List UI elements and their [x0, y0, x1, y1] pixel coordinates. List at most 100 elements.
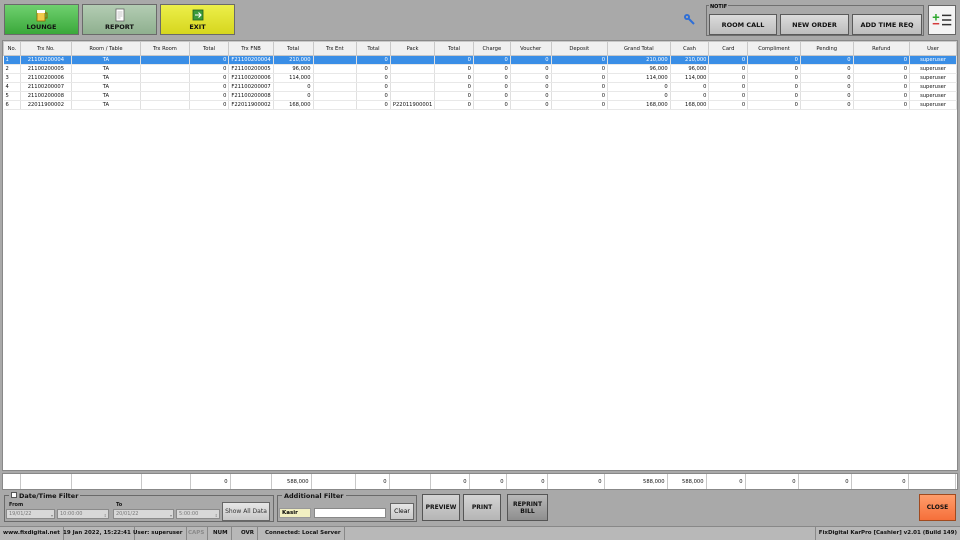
clear-button[interactable]: Clear [390, 503, 414, 520]
kasir-input[interactable] [314, 508, 386, 518]
print-button[interactable]: PRINT [463, 494, 501, 521]
column-header[interactable]: Trx No. [19, 41, 72, 56]
table-cell: 0 [708, 55, 749, 65]
total-cell: 588,000 [271, 474, 312, 489]
from-time-spinner-icon[interactable]: ⇕ [104, 511, 107, 520]
table-cell: superuser [909, 64, 957, 74]
table-cell: 0 [356, 100, 391, 110]
table-cell: 0 [434, 73, 474, 83]
table-cell [140, 100, 190, 110]
table-row[interactable]: 4 21100200007 TA 0 F21100200007 0 0 0 0 0 0 0 0 0 0 0 0 s… [3, 82, 957, 92]
table-cell: 0 [607, 91, 671, 101]
transaction-grid[interactable]: No. Trx No. Room / Table Trx Room Total Trx F… [2, 40, 958, 471]
column-header[interactable]: Refund [852, 41, 911, 56]
table-cell: 0 [189, 91, 230, 101]
table-row[interactable]: 3 21100200006 TA 0 F21100200006 114,000 0 0 0 0 0 1… [3, 73, 957, 83]
table-cell: 0 [708, 64, 749, 74]
show-all-data-button[interactable]: Show All Data [222, 502, 270, 521]
exit-button[interactable]: EXIT [160, 4, 235, 35]
column-header[interactable]: Total [272, 41, 314, 56]
table-row[interactable]: 6 22011900002 TA 0 F22011900002 168,000 0 P2201… [3, 100, 957, 110]
column-header[interactable]: Compliment [747, 41, 801, 56]
table-cell: 0 [800, 100, 854, 110]
table-row[interactable]: 5 21100200008 TA 0 F21100200008 0 0 0 0 0 0 0 0 0 0 0 0 s… [3, 91, 957, 101]
report-label: REPORT [105, 23, 134, 31]
column-header[interactable]: Total [434, 41, 474, 56]
table-cell [313, 64, 358, 74]
table-row[interactable]: 1 21100200004 TA 0 F21100200004 210,000 0 0 0 0 0 2… [3, 55, 957, 65]
table-cell: 0 [189, 64, 230, 74]
table-cell: 0 [853, 73, 911, 83]
column-header[interactable]: No. [3, 41, 21, 56]
add-time-req-button[interactable]: ADD TIME REQ [852, 14, 922, 35]
table-cell: F21100200004 [228, 55, 274, 65]
table-cell: 0 [189, 82, 230, 92]
table-cell: 0 [551, 100, 609, 110]
to-date-dropdown-icon[interactable]: ▾ [170, 511, 172, 520]
column-header[interactable]: Charge [472, 41, 511, 56]
new-order-button[interactable]: NEW ORDER [780, 14, 849, 35]
from-time-field[interactable]: 10:00:00 ⇕ [57, 509, 109, 519]
total-cell [311, 474, 356, 489]
column-header[interactable]: Total [188, 41, 230, 56]
column-header[interactable]: User [909, 41, 957, 56]
reprint-bill-button[interactable]: REPRINT BILL [507, 494, 548, 521]
table-cell: 0 [551, 55, 609, 65]
table-cell: 0 [189, 100, 230, 110]
column-header[interactable]: Total [356, 41, 391, 56]
total-cell: 0 [430, 474, 470, 489]
column-header[interactable]: Trx FNB [228, 41, 274, 56]
column-header[interactable]: Voucher [509, 41, 552, 56]
date-filter-legend: Date/Time Filter [9, 492, 81, 500]
table-cell: 4 [3, 82, 21, 92]
column-header[interactable]: Cash [669, 41, 710, 56]
table-cell: 0 [800, 55, 854, 65]
from-date-dropdown-icon[interactable]: ▾ [51, 511, 53, 520]
date-filter-checkbox[interactable] [11, 492, 17, 498]
table-cell [140, 64, 190, 74]
table-cell: 210,000 [273, 55, 314, 65]
total-cell [389, 474, 431, 489]
column-header[interactable]: Grand Total [607, 41, 671, 56]
column-header[interactable]: Room / Table [70, 41, 142, 56]
from-date-field[interactable]: 19/01/22 ▾ [6, 509, 55, 519]
close-button[interactable]: CLOSE [919, 494, 956, 521]
column-header[interactable]: Deposit [550, 41, 609, 56]
table-cell: 0 [434, 91, 474, 101]
table-cell: F21100200006 [228, 73, 274, 83]
cashier-window: LOUNGE REPORT EXIT NOTIF ROOM CALL NEW O… [0, 0, 960, 540]
total-cell: 0 [469, 474, 507, 489]
menu-button[interactable] [928, 5, 956, 35]
column-header[interactable]: Trx Room [140, 41, 190, 56]
additional-filter-legend: Additional Filter [282, 492, 346, 500]
column-header[interactable]: Pack [389, 41, 436, 56]
kasir-label: Kasir [279, 508, 311, 518]
column-header[interactable]: Trx Ent [312, 41, 358, 56]
table-cell: 0 [434, 100, 474, 110]
table-cell: superuser [909, 91, 957, 101]
column-header[interactable]: Pending [799, 41, 854, 56]
table-cell: 21100200006 [20, 73, 72, 83]
report-button[interactable]: REPORT [82, 4, 157, 35]
room-call-button[interactable]: ROOM CALL [709, 14, 777, 35]
to-time-spinner-icon[interactable]: ⇕ [215, 511, 218, 520]
from-date-value: 19/01/22 [9, 511, 32, 517]
preview-button[interactable]: PREVIEW [422, 494, 460, 521]
to-time-field[interactable]: 5:00:00 ⇕ [176, 509, 220, 519]
from-label: From [9, 502, 24, 508]
table-cell: 0 [356, 82, 391, 92]
table-cell [390, 55, 436, 65]
column-header[interactable]: Card [708, 41, 749, 56]
table-cell: 0 [434, 82, 474, 92]
table-row[interactable]: 2 21100200005 TA 0 F21100200005 96,000 0 0 0 0 0 96… [3, 64, 957, 74]
table-cell: 0 [670, 91, 710, 101]
table-cell: superuser [909, 73, 957, 83]
table-cell: 96,000 [670, 64, 710, 74]
exit-door-icon [192, 9, 203, 21]
lounge-button[interactable]: LOUNGE [4, 4, 79, 35]
table-cell [140, 73, 190, 83]
wrench-key-icon[interactable] [682, 12, 696, 26]
total-cell: 0 [851, 474, 909, 489]
to-date-field[interactable]: 20/01/22 ▾ [113, 509, 174, 519]
table-cell [390, 91, 436, 101]
